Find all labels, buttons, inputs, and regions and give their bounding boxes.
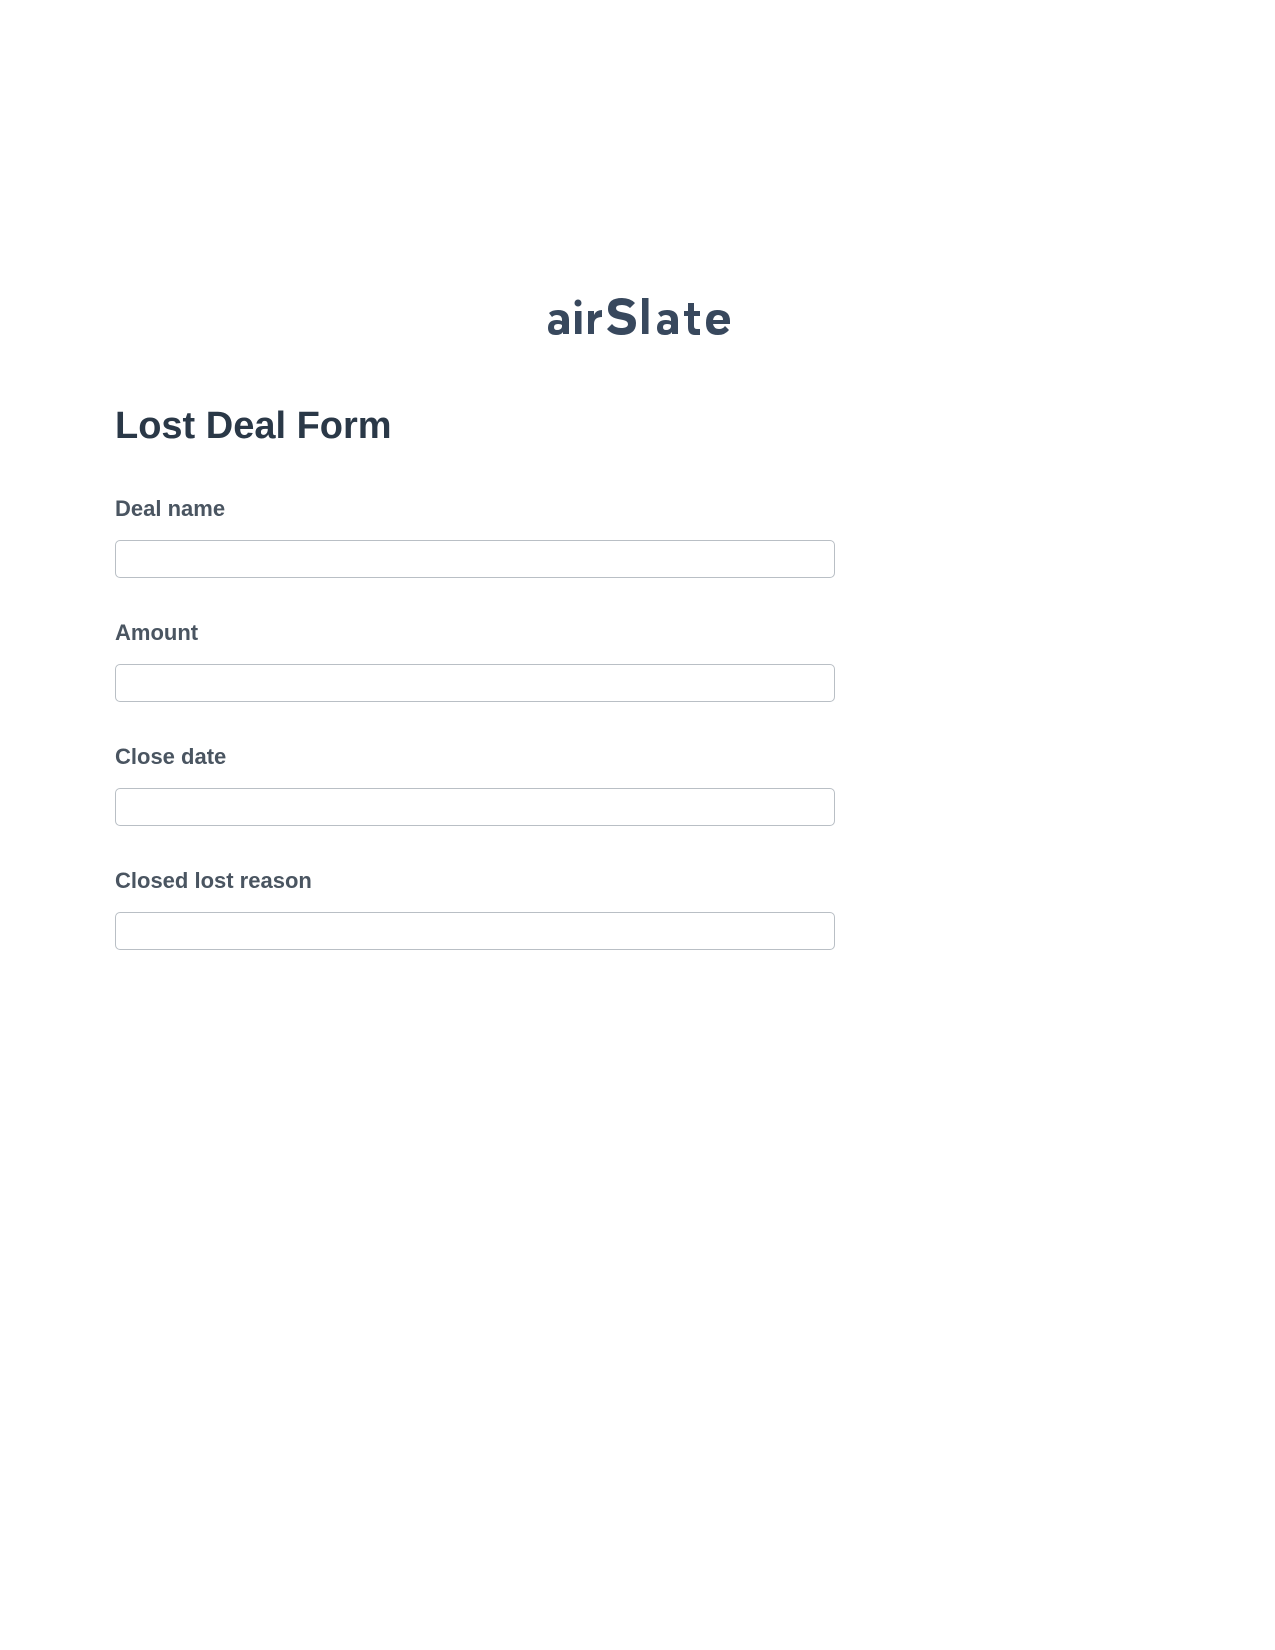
label-deal-name: Deal name bbox=[115, 496, 1160, 522]
close-date-input[interactable] bbox=[115, 788, 835, 826]
label-amount: Amount bbox=[115, 620, 1160, 646]
label-closed-lost-reason: Closed lost reason bbox=[115, 868, 1160, 894]
label-close-date: Close date bbox=[115, 744, 1160, 770]
field-group-close-date: Close date bbox=[115, 744, 1160, 826]
amount-input[interactable] bbox=[115, 664, 835, 702]
airslate-logo-icon bbox=[540, 295, 735, 345]
field-group-deal-name: Deal name bbox=[115, 496, 1160, 578]
field-group-closed-lost-reason: Closed lost reason bbox=[115, 868, 1160, 950]
field-group-amount: Amount bbox=[115, 620, 1160, 702]
form-title: Lost Deal Form bbox=[115, 405, 1160, 448]
form-page: Lost Deal Form Deal name Amount Close da… bbox=[0, 0, 1275, 950]
closed-lost-reason-input[interactable] bbox=[115, 912, 835, 950]
logo-container bbox=[115, 295, 1160, 345]
deal-name-input[interactable] bbox=[115, 540, 835, 578]
